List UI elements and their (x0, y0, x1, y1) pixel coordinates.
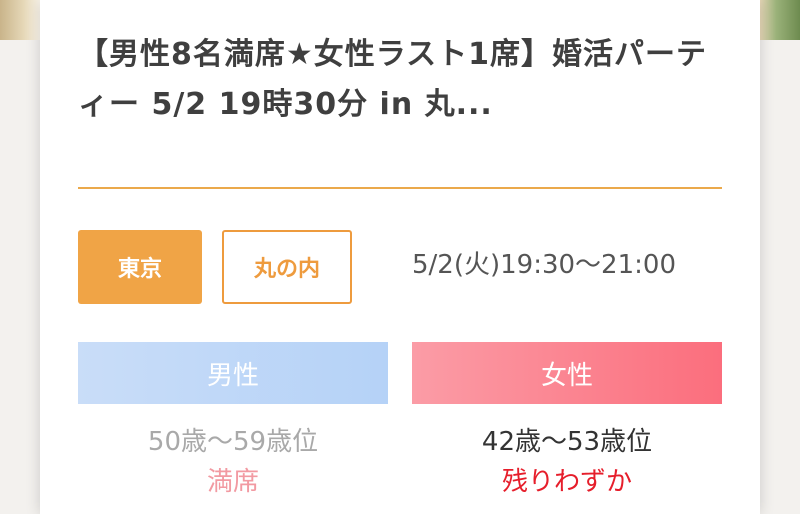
female-status: 残りわずか (501, 467, 632, 497)
male-header: 男性 (78, 342, 388, 404)
female-age-range: 42歳〜53歳位 (481, 427, 653, 457)
event-title[interactable]: 【男性8名満席★女性ラスト1席】婚活パーティー 5/2 19時30分 in 丸.… (78, 30, 722, 130)
female-header: 女性 (412, 342, 722, 404)
event-datetime: 5/2(火)19:30〜21:00 (412, 250, 676, 280)
title-divider (78, 187, 722, 189)
male-status: 満席 (206, 467, 259, 497)
area-tag[interactable]: 丸の内 (222, 230, 352, 304)
female-column: 女性 42歳〜53歳位 残りわずか (412, 342, 722, 502)
event-card[interactable]: 【男性8名満席★女性ラスト1席】婚活パーティー 5/2 19時30分 in 丸.… (40, 0, 760, 514)
male-age-range: 50歳〜59歳位 (147, 427, 319, 457)
prefecture-tag[interactable]: 東京 (78, 230, 202, 304)
male-column: 男性 50歳〜59歳位 満席 (78, 342, 388, 502)
